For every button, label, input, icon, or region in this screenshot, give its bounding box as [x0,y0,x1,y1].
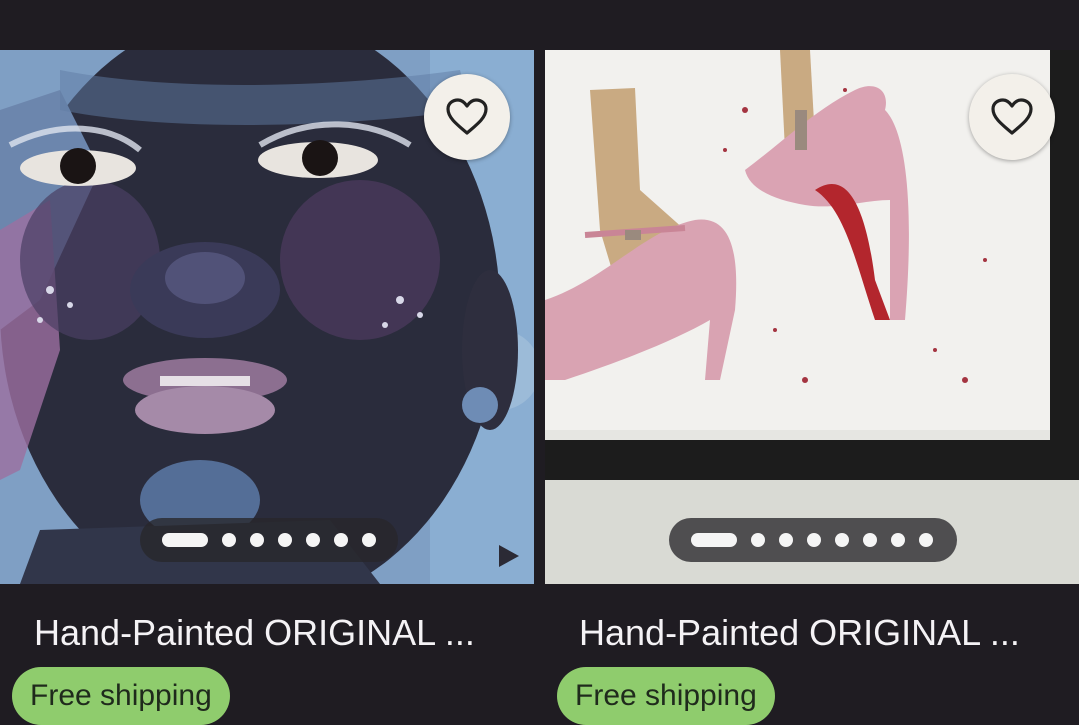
listing-title[interactable]: Hand-Painted ORIGINAL ... [34,612,514,654]
free-shipping-badge: Free shipping [557,667,775,725]
listing-image-2[interactable] [545,50,1079,584]
carousel-dot-active[interactable] [162,533,208,547]
image-carousel-indicator[interactable] [669,518,957,562]
carousel-dot[interactable] [362,533,376,547]
carousel-dot[interactable] [222,533,236,547]
carousel-dot[interactable] [278,533,292,547]
carousel-dot[interactable] [250,533,264,547]
heart-outline-icon [991,98,1033,135]
listing-card-1[interactable]: Hand-Painted ORIGINAL ... Free shipping [0,50,534,725]
carousel-dot[interactable] [779,533,793,547]
carousel-dot[interactable] [807,533,821,547]
free-shipping-badge: Free shipping [12,667,230,725]
carousel-dot[interactable] [306,533,320,547]
carousel-dot[interactable] [863,533,877,547]
carousel-dot[interactable] [919,533,933,547]
heart-outline-icon [446,98,488,135]
carousel-dot[interactable] [334,533,348,547]
carousel-dot-active[interactable] [691,533,737,547]
favorite-button[interactable] [424,74,510,160]
listing-card-2[interactable]: Hand-Painted ORIGINAL ... Free shipping [545,50,1079,725]
favorite-button[interactable] [969,74,1055,160]
play-video-icon[interactable] [497,544,521,568]
carousel-dot[interactable] [891,533,905,547]
listing-title[interactable]: Hand-Painted ORIGINAL ... [579,612,1059,654]
carousel-dot[interactable] [751,533,765,547]
carousel-dot[interactable] [835,533,849,547]
image-carousel-indicator[interactable] [140,518,398,562]
listing-image-1[interactable] [0,50,534,584]
